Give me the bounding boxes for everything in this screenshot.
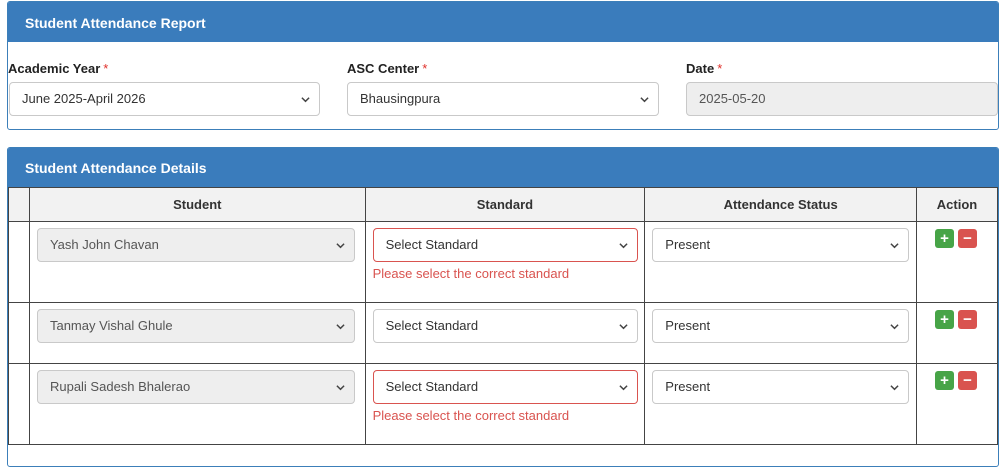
row-handle xyxy=(8,363,30,445)
action-cell: + − xyxy=(916,363,998,445)
details-panel-title: Student Attendance Details xyxy=(8,148,998,187)
chevron-down-icon xyxy=(301,95,310,103)
standard-cell: Select Standard xyxy=(364,302,646,364)
status-cell: Present xyxy=(644,363,918,445)
plus-icon[interactable]: + xyxy=(935,371,955,390)
row-handle xyxy=(8,302,30,364)
student-cell: Tanmay Vishal Ghule xyxy=(28,302,366,364)
standard-value: Select Standard xyxy=(385,379,479,394)
chevron-down-icon xyxy=(618,383,628,391)
plus-icon[interactable]: + xyxy=(935,229,955,248)
attendance-status-value: Present xyxy=(665,379,711,394)
status-cell: Present xyxy=(644,302,918,364)
date-label: Date * xyxy=(686,61,723,76)
standard-select[interactable]: Select Standard xyxy=(372,228,638,262)
minus-icon[interactable]: − xyxy=(958,229,978,248)
chevron-down-icon xyxy=(336,322,345,330)
chevron-down-icon xyxy=(618,322,628,330)
chevron-down-icon xyxy=(618,241,628,249)
row-handle xyxy=(8,221,30,303)
attendance-status-select[interactable]: Present xyxy=(652,228,910,262)
chevron-down-icon xyxy=(336,241,345,249)
column-header-student: Student xyxy=(28,187,366,222)
student-value: Yash John Chavan xyxy=(49,237,159,252)
chevron-down-icon xyxy=(890,322,899,330)
chevron-down-icon xyxy=(336,383,345,391)
plus-icon[interactable]: + xyxy=(935,310,955,329)
student-cell: Rupali Sadesh Bhalerao xyxy=(28,363,366,445)
standard-value: Select Standard xyxy=(385,237,479,252)
standard-error-message: Please select the correct standard xyxy=(372,408,570,423)
column-header-action: Action xyxy=(916,187,998,222)
academic-year-label: Academic Year * xyxy=(8,61,109,76)
status-cell: Present xyxy=(644,221,918,303)
asc-center-label: ASC Center * xyxy=(347,61,428,76)
standard-select[interactable]: Select Standard xyxy=(372,370,638,404)
action-cell: + − xyxy=(916,302,998,364)
standard-value: Select Standard xyxy=(385,318,479,333)
student-cell: Yash John Chavan xyxy=(28,221,366,303)
date-value: 2025-05-20 xyxy=(699,91,766,106)
attendance-status-select[interactable]: Present xyxy=(652,370,910,404)
table-row: Yash John Chavan Select Standard Please … xyxy=(8,221,998,303)
attendance-status-select[interactable]: Present xyxy=(652,309,910,343)
chevron-down-icon xyxy=(890,383,899,391)
academic-year-select[interactable]: June 2025-April 2026 xyxy=(9,82,320,116)
date-field: 2025-05-20 xyxy=(686,82,998,116)
attendance-details-panel: Student Attendance Details Student Stand… xyxy=(7,147,999,467)
standard-cell: Select Standard Please select the correc… xyxy=(364,221,646,303)
asc-center-select[interactable]: Bhausingpura xyxy=(347,82,659,116)
student-value: Tanmay Vishal Ghule xyxy=(49,318,173,333)
action-cell: + − xyxy=(916,221,998,303)
chevron-down-icon xyxy=(890,241,899,249)
table-row: Tanmay Vishal Ghule Select Standard Pres… xyxy=(8,302,998,364)
standard-error-message: Please select the correct standard xyxy=(372,266,570,281)
column-header-attendance-status: Attendance Status xyxy=(644,187,918,222)
standard-select[interactable]: Select Standard xyxy=(372,309,638,343)
table-header-row: Student Standard Attendance Status Actio… xyxy=(8,187,998,222)
minus-icon[interactable]: − xyxy=(958,310,978,329)
minus-icon[interactable]: − xyxy=(958,371,978,390)
row-handle-header xyxy=(8,187,30,222)
column-header-standard: Standard xyxy=(364,187,646,222)
student-select[interactable]: Tanmay Vishal Ghule xyxy=(36,309,355,343)
student-select[interactable]: Rupali Sadesh Bhalerao xyxy=(36,370,355,404)
standard-cell: Select Standard Please select the correc… xyxy=(364,363,646,445)
table-row: Rupali Sadesh Bhalerao Select Standard P… xyxy=(8,363,998,445)
academic-year-value: June 2025-April 2026 xyxy=(22,91,146,106)
attendance-status-value: Present xyxy=(665,237,711,252)
attendance-table: Student Standard Attendance Status Actio… xyxy=(8,187,998,445)
report-panel-title: Student Attendance Report xyxy=(8,2,998,42)
chevron-down-icon xyxy=(640,95,649,103)
attendance-status-value: Present xyxy=(665,318,711,333)
asc-center-value: Bhausingpura xyxy=(360,91,441,106)
student-select[interactable]: Yash John Chavan xyxy=(36,228,355,262)
student-value: Rupali Sadesh Bhalerao xyxy=(49,379,191,394)
